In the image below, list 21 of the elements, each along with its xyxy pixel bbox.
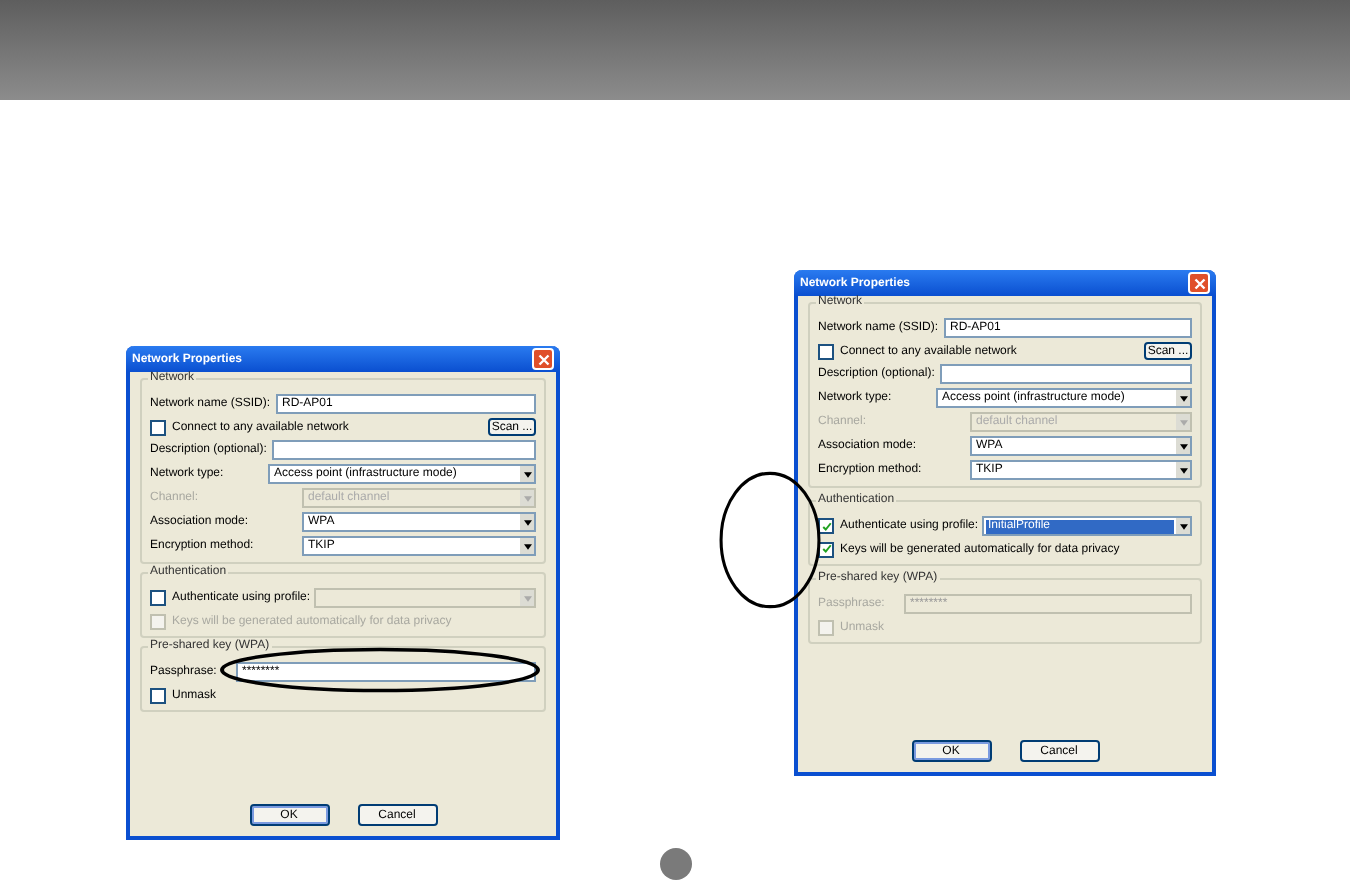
checkbox[interactable] bbox=[150, 419, 166, 435]
checkbox[interactable] bbox=[818, 343, 834, 359]
close-icon[interactable] bbox=[1188, 272, 1210, 294]
caret-icon bbox=[1179, 523, 1187, 529]
caret-icon bbox=[523, 595, 531, 601]
caret-icon bbox=[1179, 419, 1187, 425]
caret-icon bbox=[1179, 395, 1187, 401]
checkbox[interactable] bbox=[150, 590, 166, 606]
caret-icon bbox=[523, 495, 531, 501]
page-dot bbox=[660, 848, 692, 880]
caret-icon bbox=[523, 519, 531, 525]
checkbox[interactable] bbox=[150, 687, 166, 703]
caret-icon bbox=[1179, 467, 1187, 473]
caret-icon bbox=[1179, 443, 1187, 449]
input-field[interactable] bbox=[940, 364, 1192, 384]
close-icon[interactable] bbox=[532, 348, 554, 370]
checkbox[interactable] bbox=[818, 518, 834, 534]
highlight-ellipse bbox=[718, 470, 822, 610]
input-field[interactable] bbox=[272, 440, 536, 460]
caret-icon bbox=[523, 471, 531, 477]
caret-icon bbox=[523, 543, 531, 549]
